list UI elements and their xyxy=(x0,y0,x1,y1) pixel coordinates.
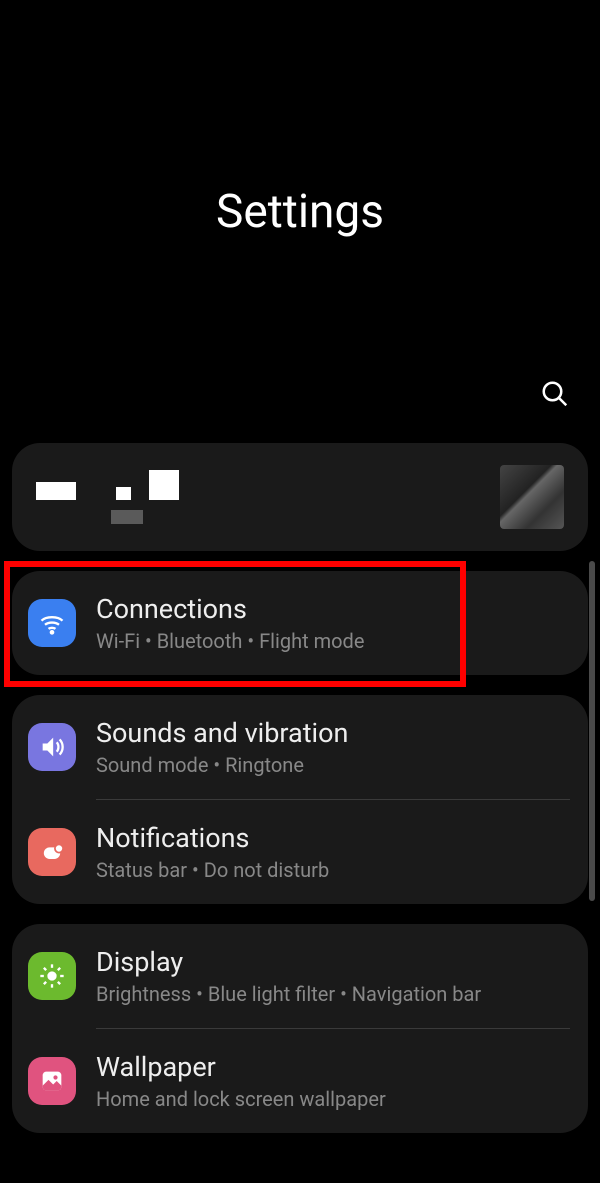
search-icon[interactable] xyxy=(540,379,570,413)
item-text: Sounds and vibration Sound mode • Ringto… xyxy=(96,717,568,777)
item-text: Display Brightness • Blue light filter •… xyxy=(96,946,568,1006)
profile-redacted xyxy=(36,470,179,524)
scrollbar[interactable] xyxy=(589,561,595,901)
item-title: Notifications xyxy=(96,822,568,854)
item-title: Connections xyxy=(96,593,568,625)
list-item-sounds[interactable]: Sounds and vibration Sound mode • Ringto… xyxy=(12,695,588,799)
wifi-icon xyxy=(28,599,76,647)
item-text: Notifications Status bar • Do not distur… xyxy=(96,822,568,882)
item-text: Connections Wi-Fi • Bluetooth • Flight m… xyxy=(96,593,568,653)
item-title: Display xyxy=(96,946,568,978)
settings-group: Connections Wi-Fi • Bluetooth • Flight m… xyxy=(12,571,588,675)
avatar xyxy=(500,465,564,529)
item-subtitle: Status bar • Do not disturb xyxy=(96,858,568,882)
item-text: Wallpaper Home and lock screen wallpaper xyxy=(96,1051,568,1111)
page-title: Settings xyxy=(0,0,600,379)
item-subtitle: Wi-Fi • Bluetooth • Flight mode xyxy=(96,629,568,653)
list-item-connections[interactable]: Connections Wi-Fi • Bluetooth • Flight m… xyxy=(12,571,588,675)
settings-group: Sounds and vibration Sound mode • Ringto… xyxy=(12,695,588,904)
sound-icon xyxy=(28,723,76,771)
notifications-icon xyxy=(28,828,76,876)
list-item-notifications[interactable]: Notifications Status bar • Do not distur… xyxy=(12,800,588,904)
settings-group: Display Brightness • Blue light filter •… xyxy=(12,924,588,1133)
wallpaper-icon xyxy=(28,1057,76,1105)
profile-card[interactable] xyxy=(12,443,588,551)
list-item-wallpaper[interactable]: Wallpaper Home and lock screen wallpaper xyxy=(12,1029,588,1133)
item-subtitle: Sound mode • Ringtone xyxy=(96,753,568,777)
item-subtitle: Home and lock screen wallpaper xyxy=(96,1087,568,1111)
search-row xyxy=(0,379,600,443)
item-title: Wallpaper xyxy=(96,1051,568,1083)
item-title: Sounds and vibration xyxy=(96,717,568,749)
list-item-display[interactable]: Display Brightness • Blue light filter •… xyxy=(12,924,588,1028)
brightness-icon xyxy=(28,952,76,1000)
item-subtitle: Brightness • Blue light filter • Navigat… xyxy=(96,982,568,1006)
